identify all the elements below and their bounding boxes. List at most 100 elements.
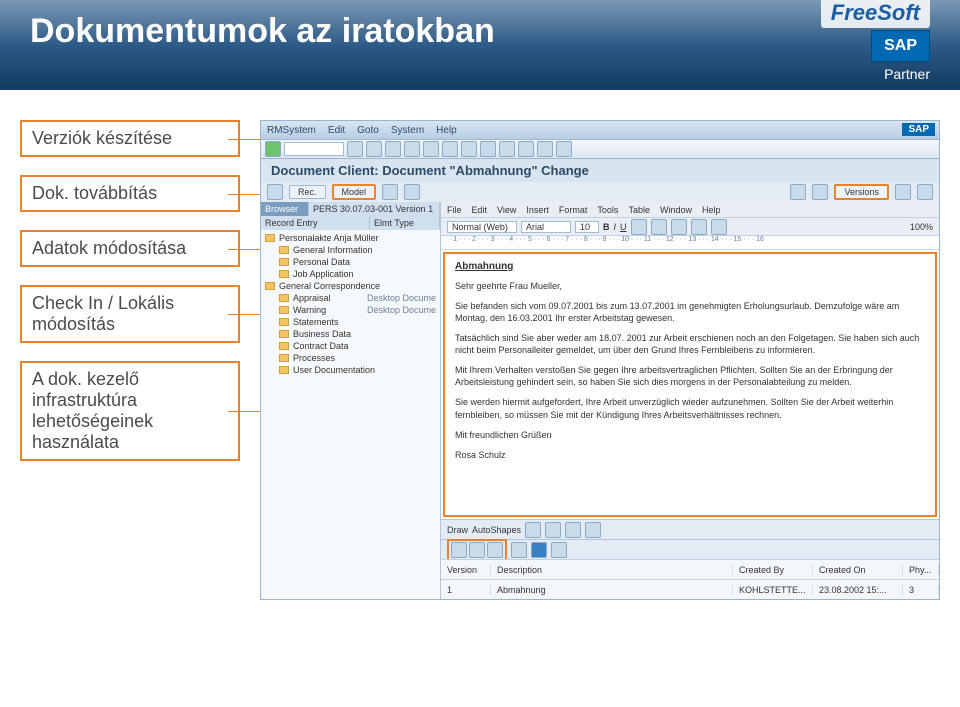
folder-icon xyxy=(279,318,289,326)
tree-item[interactable]: General Correspondence xyxy=(261,280,440,292)
tree-item-label: Appraisal xyxy=(293,293,363,303)
folder-icon xyxy=(279,354,289,362)
tree-item[interactable]: Processes xyxy=(261,352,440,364)
tree-item-label: General Information xyxy=(293,245,436,255)
cell-phy: 3 xyxy=(903,585,939,595)
model-button[interactable]: Model xyxy=(332,184,377,200)
sap-logo: SAP xyxy=(871,30,930,62)
tool-b-icon[interactable] xyxy=(404,184,420,200)
glasses-icon[interactable] xyxy=(551,542,567,558)
font-select[interactable]: Arial xyxy=(521,221,571,233)
tool-x-icon[interactable] xyxy=(511,542,527,558)
rec-button[interactable]: Rec. xyxy=(289,185,326,199)
tool-e-icon[interactable] xyxy=(895,184,911,200)
command-field[interactable] xyxy=(284,142,344,156)
align-center-icon[interactable] xyxy=(651,219,667,235)
attach-c-icon[interactable] xyxy=(487,542,503,558)
tree-item[interactable]: Personalakte Anja Müller xyxy=(261,232,440,244)
underline-icon[interactable]: U xyxy=(620,222,627,232)
partner-label: Partner xyxy=(884,66,930,82)
style-select[interactable]: Normal (Web) xyxy=(447,221,517,233)
letter-p6: Mit freundlichen Grüßen xyxy=(455,429,925,441)
version-grid-row[interactable]: 1 Abmahnung KOHLSTETTE... 23.08.2002 15:… xyxy=(441,579,939,599)
exit-icon[interactable] xyxy=(366,141,382,157)
word-menu-format[interactable]: Format xyxy=(559,205,588,215)
help-icon[interactable] xyxy=(556,141,572,157)
prev-page-icon[interactable] xyxy=(461,141,477,157)
word-menu-view[interactable]: View xyxy=(497,205,516,215)
italic-icon[interactable]: I xyxy=(614,222,617,232)
letter-body[interactable]: Abmahnung Sehr geehrte Frau Mueller, Sie… xyxy=(443,252,937,517)
tree-item[interactable]: Personal Data xyxy=(261,256,440,268)
word-menu-file[interactable]: File xyxy=(447,205,462,215)
info-icon[interactable] xyxy=(531,542,547,558)
callout-versions: Verziók készítése xyxy=(20,120,240,157)
letter-p3: Tatsächlich sind Sie aber weder am 18.07… xyxy=(455,332,925,356)
bullets-icon[interactable] xyxy=(691,219,707,235)
tree-item[interactable]: General Information xyxy=(261,244,440,256)
tree-item-label: Personal Data xyxy=(293,257,436,267)
ok-icon[interactable] xyxy=(265,141,281,157)
document-subbar[interactable]: Rec. Model Versions xyxy=(261,182,939,202)
word-menu-table[interactable]: Table xyxy=(628,205,650,215)
menu-rmsystem[interactable]: RMSystem xyxy=(267,125,316,136)
menu-help[interactable]: Help xyxy=(436,125,457,136)
new-session-icon[interactable] xyxy=(518,141,534,157)
rect-icon[interactable] xyxy=(565,522,581,538)
attach-a-icon[interactable] xyxy=(451,542,467,558)
word-editor[interactable]: File Edit View Insert Format Tools Table… xyxy=(441,202,939,599)
browser-label: Browser xyxy=(261,202,309,216)
word-menu-edit[interactable]: Edit xyxy=(472,205,488,215)
line-icon[interactable] xyxy=(525,522,541,538)
tool-d-icon[interactable] xyxy=(812,184,828,200)
sap-menubar[interactable]: RMSystem Edit Goto System Help SAP xyxy=(261,121,939,139)
shortcut-icon[interactable] xyxy=(537,141,553,157)
numbering-icon[interactable] xyxy=(711,219,727,235)
versions-button[interactable]: Versions xyxy=(834,184,889,200)
zoom-select[interactable]: 100% xyxy=(910,222,933,232)
align-left-icon[interactable] xyxy=(631,219,647,235)
tool-a-icon[interactable] xyxy=(382,184,398,200)
tool-f-icon[interactable] xyxy=(917,184,933,200)
folder-icon xyxy=(265,234,275,242)
first-page-icon[interactable] xyxy=(442,141,458,157)
tree-item[interactable]: User Documentation xyxy=(261,364,440,376)
draw-label[interactable]: Draw xyxy=(447,525,468,535)
record-tree[interactable]: Browser PERS 30.07.03-001 Version 1 Reco… xyxy=(261,202,441,599)
oval-icon[interactable] xyxy=(585,522,601,538)
word-menu-insert[interactable]: Insert xyxy=(526,205,549,215)
cancel-icon[interactable] xyxy=(385,141,401,157)
tree-item[interactable]: Job Application xyxy=(261,268,440,280)
bold-icon[interactable]: B xyxy=(603,222,610,232)
attach-b-icon[interactable] xyxy=(469,542,485,558)
tree-item[interactable]: AppraisalDesktop Docume xyxy=(261,292,440,304)
last-page-icon[interactable] xyxy=(499,141,515,157)
align-right-icon[interactable] xyxy=(671,219,687,235)
word-menu-window[interactable]: Window xyxy=(660,205,692,215)
sap-toolbar[interactable] xyxy=(261,139,939,159)
tree-item-label: Personalakte Anja Müller xyxy=(279,233,436,243)
arrow-icon[interactable] xyxy=(545,522,561,538)
back-icon[interactable] xyxy=(347,141,363,157)
letter-p5: Sie werden hiermit aufgefordert, Ihre Ar… xyxy=(455,396,925,420)
find-icon[interactable] xyxy=(423,141,439,157)
print-icon[interactable] xyxy=(404,141,420,157)
tool-c-icon[interactable] xyxy=(790,184,806,200)
tree-item[interactable]: Contract Data xyxy=(261,340,440,352)
tree-item[interactable]: WarningDesktop Docume xyxy=(261,304,440,316)
tree-item[interactable]: Business Data xyxy=(261,328,440,340)
menu-goto[interactable]: Goto xyxy=(357,125,379,136)
tree-item[interactable]: Statements xyxy=(261,316,440,328)
next-page-icon[interactable] xyxy=(480,141,496,157)
draw-toolbar[interactable]: Draw AutoShapes xyxy=(441,519,939,539)
tree-item-label: Statements xyxy=(293,317,436,327)
word-menu-tools[interactable]: Tools xyxy=(597,205,618,215)
word-menu-help[interactable]: Help xyxy=(702,205,721,215)
toggle-icon[interactable] xyxy=(267,184,283,200)
size-select[interactable]: 10 xyxy=(575,221,599,233)
attach-group[interactable] xyxy=(447,539,507,561)
menu-system[interactable]: System xyxy=(391,125,424,136)
menu-edit[interactable]: Edit xyxy=(328,125,345,136)
folder-icon xyxy=(279,366,289,374)
autoshapes-label[interactable]: AutoShapes xyxy=(472,525,521,535)
